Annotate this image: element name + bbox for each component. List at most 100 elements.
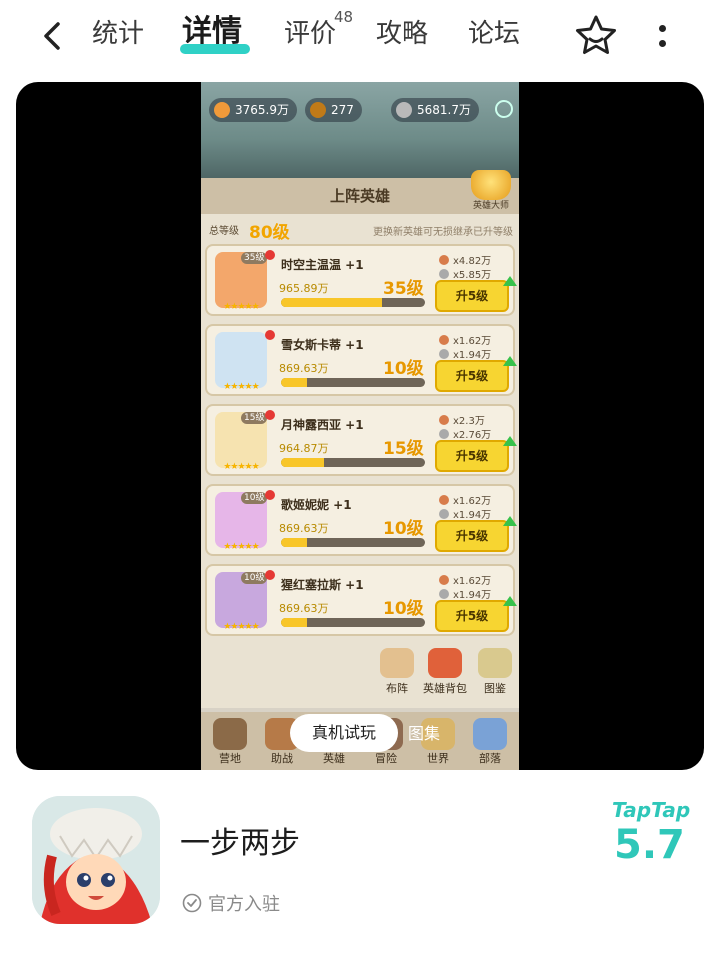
hero-level-tag: 10级 bbox=[241, 572, 268, 584]
more-icon bbox=[658, 25, 666, 32]
hero-progress-fill bbox=[281, 458, 325, 467]
multiplier-2: x1.94万 bbox=[439, 586, 491, 601]
favorite-button[interactable] bbox=[572, 12, 620, 60]
tab-guides[interactable]: 攻略 bbox=[376, 14, 428, 54]
up-arrow-icon bbox=[503, 596, 517, 606]
hero-level-tag: 15级 bbox=[241, 412, 268, 424]
hero-level: 10级 bbox=[383, 519, 424, 539]
upgrade-button: 升5级 bbox=[435, 360, 509, 392]
star-rating-icon: ★★★★★ bbox=[223, 542, 259, 552]
dock-item: 营地 bbox=[205, 718, 255, 766]
hero-avatar bbox=[215, 332, 267, 388]
quick-button-codex: 图鉴 bbox=[471, 648, 519, 696]
hero-cost: 869.63万 bbox=[279, 522, 329, 535]
up-arrow-icon bbox=[503, 516, 517, 526]
star-rating-icon: ★★★★★ bbox=[223, 462, 259, 472]
notification-dot bbox=[265, 570, 275, 580]
coin-icon bbox=[396, 102, 412, 118]
multiplier-1: x1.62万 bbox=[439, 572, 491, 587]
up-arrow-icon bbox=[503, 436, 517, 446]
notification-dot bbox=[265, 330, 275, 340]
hero-level: 10级 bbox=[383, 599, 424, 619]
hero-name: 歌姬妮妮 +1 bbox=[281, 498, 352, 512]
hero-row: ★★★★★ 15级 月神露西亚 +1 964.87万 15级 x2.3万 x2.76万 升5级 bbox=[205, 404, 517, 476]
upgrade-button: 升5级 bbox=[435, 440, 509, 472]
hero-progress bbox=[281, 618, 425, 627]
hero-progress-fill bbox=[281, 298, 382, 307]
star-rating-icon: ★★★★★ bbox=[223, 302, 259, 312]
back-icon bbox=[44, 22, 60, 50]
app-icon bbox=[32, 796, 160, 924]
hero-level: 15级 bbox=[383, 439, 424, 459]
up-arrow-icon bbox=[503, 356, 517, 366]
notification-dot bbox=[265, 490, 275, 500]
tab-stats[interactable]: 统计 bbox=[92, 14, 144, 54]
hero-row: ★★★★★ 雪女斯卡蒂 +1 869.63万 10级 x1.62万 x1.94万 升5级 bbox=[205, 324, 517, 396]
quick-button-bag: 英雄背包 bbox=[421, 648, 469, 696]
game-scene bbox=[201, 82, 519, 178]
multiplier-1: x2.3万 bbox=[439, 412, 485, 427]
tab-details[interactable]: 详情 bbox=[182, 12, 242, 52]
check-circle-icon bbox=[182, 893, 202, 913]
more-button[interactable] bbox=[648, 16, 676, 56]
hero-level: 35级 bbox=[383, 279, 424, 299]
hero-name: 时空主温温 +1 bbox=[281, 258, 364, 272]
hero-name: 雪女斯卡蒂 +1 bbox=[281, 338, 364, 352]
hero-progress bbox=[281, 378, 425, 387]
hero-level-tag: 35级 bbox=[241, 252, 268, 264]
multiplier-2: x2.76万 bbox=[439, 426, 491, 441]
app-score: 5.7 bbox=[614, 822, 685, 868]
multiplier-2: x1.94万 bbox=[439, 506, 491, 521]
hero-cost: 964.87万 bbox=[279, 442, 329, 455]
gallery-tab[interactable]: 图集 bbox=[408, 722, 440, 746]
resource-bird: 277 bbox=[305, 98, 362, 122]
upgrade-button: 升5级 bbox=[435, 280, 509, 312]
resource-gold: 3765.9万 bbox=[209, 98, 297, 122]
notification-dot bbox=[265, 250, 275, 260]
tab-forum[interactable]: 论坛 bbox=[468, 14, 520, 54]
hero-row: ★★★★★ 35级 时空主温温 +1 965.89万 35级 x4.82万 x5.85万 升5… bbox=[205, 244, 517, 316]
hero-progress-fill bbox=[281, 538, 307, 547]
hero-panel: 上阵英雄 英雄大师 总等级 80级 更换新英雄可无损继承已升等级 ★★★★★ 35… bbox=[201, 170, 519, 708]
official-badge: 官方入驻 bbox=[182, 892, 280, 918]
hero-master-button: 英雄大师 bbox=[467, 170, 515, 218]
hero-cost: 965.89万 bbox=[279, 282, 329, 295]
resource-coin: 5681.7万 bbox=[391, 98, 479, 122]
top-nav: 统计 详情 评价 48 攻略 论坛 bbox=[0, 0, 720, 72]
bird-icon bbox=[310, 102, 326, 118]
hero-cost: 869.63万 bbox=[279, 602, 329, 615]
hero-name: 猩红塞拉斯 +1 bbox=[281, 578, 364, 592]
reviews-count-badge: 48 bbox=[334, 8, 354, 26]
multiplier-1: x1.62万 bbox=[439, 332, 491, 347]
upgrade-button: 升5级 bbox=[435, 520, 509, 552]
up-arrow-icon bbox=[503, 276, 517, 286]
hero-cost: 869.63万 bbox=[279, 362, 329, 375]
quick-button-formation: 布阵 bbox=[373, 648, 421, 696]
multiplier-2: x5.85万 bbox=[439, 266, 491, 281]
star-rating-icon: ★★★★★ bbox=[223, 622, 259, 632]
back-button[interactable] bbox=[34, 16, 70, 56]
app-name: 一步两步 bbox=[180, 826, 300, 861]
game-screenshot: 3765.9万 277 5681.7万 上阵英雄 英雄大师 总等级 80级 更换… bbox=[201, 82, 519, 770]
hero-progress bbox=[281, 458, 425, 467]
hero-name: 月神露西亚 +1 bbox=[281, 418, 364, 432]
star-rating-icon: ★★★★★ bbox=[223, 382, 259, 392]
hero-progress-fill bbox=[281, 378, 307, 387]
media-viewer[interactable]: 3765.9万 277 5681.7万 上阵英雄 英雄大师 总等级 80级 更换… bbox=[16, 82, 704, 770]
app-icon-art bbox=[32, 796, 160, 924]
star-icon bbox=[576, 15, 616, 54]
taptap-logo: TapTap bbox=[612, 798, 691, 822]
multiplier-2: x1.94万 bbox=[439, 346, 491, 361]
hero-progress bbox=[281, 538, 425, 547]
multiplier-1: x4.82万 bbox=[439, 252, 491, 267]
hero-level: 10级 bbox=[383, 359, 424, 379]
notification-dot bbox=[265, 410, 275, 420]
upgrade-button: 升5级 bbox=[435, 600, 509, 632]
hero-row: ★★★★★ 10级 猩红塞拉斯 +1 869.63万 10级 x1.62万 x1.94万 升5… bbox=[205, 564, 517, 636]
dock-item: 部落 bbox=[465, 718, 515, 766]
trial-play-button[interactable]: 真机试玩 bbox=[290, 714, 398, 752]
game-settings-icon bbox=[495, 100, 513, 118]
multiplier-1: x1.62万 bbox=[439, 492, 491, 507]
total-level-bar: 总等级 80级 更换新英雄可无损继承已升等级 bbox=[209, 223, 513, 243]
tab-reviews[interactable]: 评价 bbox=[284, 14, 336, 54]
